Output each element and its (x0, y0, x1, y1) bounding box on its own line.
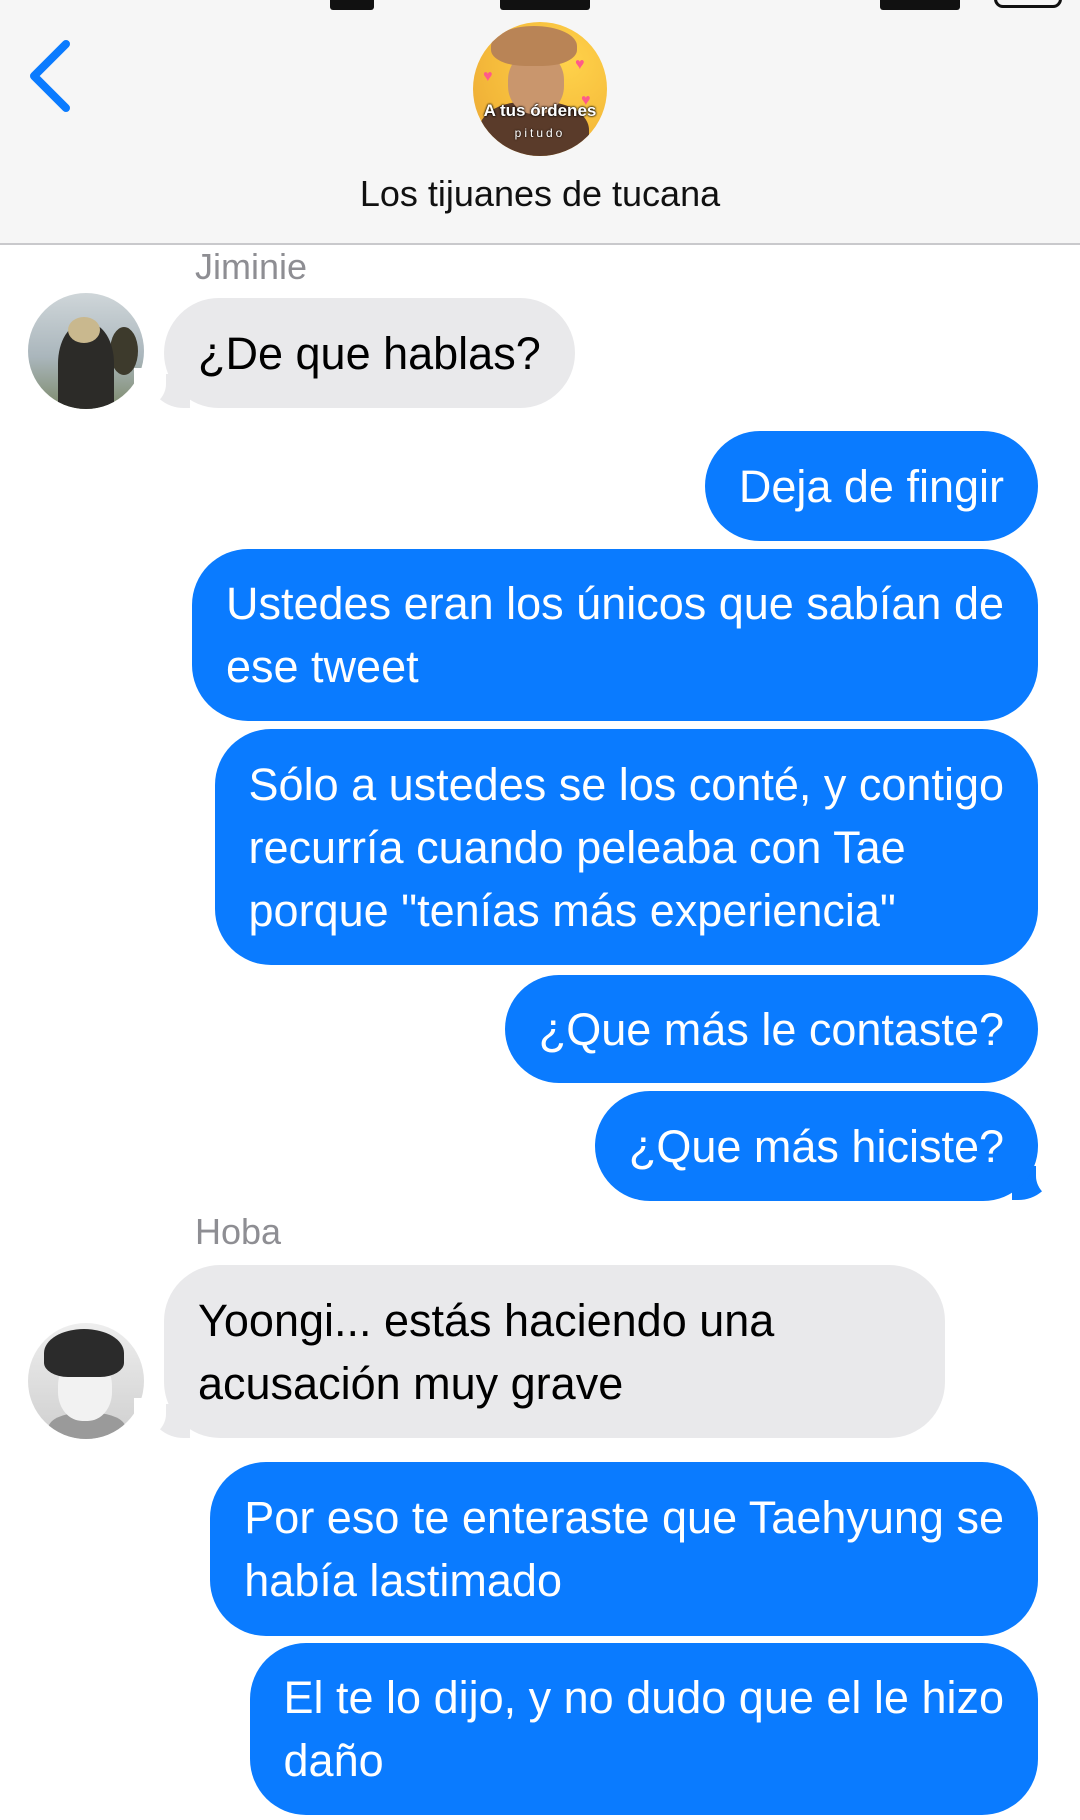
message-line: ese tweet (225, 641, 419, 692)
message-line: porque "tenías más experiencia" (248, 884, 896, 936)
message-bubble-outgoing[interactable]: Sólo a ustedes se los conté, y contigo r… (214, 729, 1038, 965)
back-button[interactable] (22, 36, 82, 116)
message-line: Por eso te enteraste que Taehyung se (244, 1492, 1004, 1543)
message-line: daño (283, 1735, 384, 1786)
message-bubble-incoming[interactable]: Yoongi... estás haciendo una acusación m… (164, 1265, 945, 1438)
sender-name: Jiminie (195, 246, 308, 287)
chevron-left-icon (30, 40, 70, 112)
avatar-hair (44, 1329, 124, 1377)
message-text: ¿Que más hiciste? (628, 1120, 1004, 1172)
avatar-hat (491, 26, 577, 66)
group-avatar[interactable]: ♥ ♥ ♥ A tus órdenes pitudo (473, 22, 607, 156)
conversation-header: ♥ ♥ ♥ A tus órdenes pitudo Los tijuanes … (0, 0, 1080, 245)
avatar-caption: A tus órdenes (483, 101, 597, 120)
avatar-subcaption: pitudo (514, 126, 566, 140)
message-line: había lastimado (244, 1555, 562, 1606)
avatar-hair (68, 317, 100, 343)
status-fragment (500, 0, 590, 10)
message-line: El te lo dijo, y no dudo que el le hizo (283, 1672, 1004, 1723)
message-bubble-outgoing[interactable]: ¿Que más le contaste? (504, 975, 1038, 1083)
message-line: recurría cuando peleaba con Tae (248, 821, 906, 873)
message-line: Yoongi... estás haciendo una (198, 1294, 775, 1346)
sender-name: Hoba (195, 1211, 282, 1252)
status-fragment (330, 0, 374, 10)
message-bubble-outgoing[interactable]: Deja de fingir (704, 431, 1038, 541)
message-bubble-outgoing[interactable]: Por eso te enteraste que Taehyung se hab… (210, 1462, 1038, 1636)
message-bubble-incoming[interactable]: ¿De que hablas? (164, 298, 575, 408)
heart-icon: ♥ (483, 68, 493, 85)
message-line: Sólo a ustedes se los conté, y contigo (248, 758, 1004, 810)
status-bar (0, 0, 1080, 14)
message-bubble-outgoing[interactable]: ¿Que más hiciste? (594, 1091, 1038, 1201)
group-name[interactable]: Los tijuanes de tucana (0, 173, 1080, 215)
message-line: Ustedes eran los únicos que sabían de (225, 578, 1004, 629)
message-text: ¿De que hablas? (198, 327, 541, 379)
status-fragment (880, 0, 960, 10)
message-line: acusación muy grave (198, 1357, 624, 1409)
message-text: Deja de fingir (738, 460, 1004, 512)
heart-icon: ♥ (575, 56, 585, 73)
avatar[interactable] (28, 293, 144, 409)
battery-icon (994, 0, 1062, 8)
avatar[interactable] (28, 1323, 144, 1439)
message-text: ¿Que más le contaste? (538, 1003, 1004, 1055)
message-bubble-outgoing[interactable]: El te lo dijo, y no dudo que el le hizo … (249, 1643, 1038, 1815)
message-bubble-outgoing[interactable]: Ustedes eran los únicos que sabían de es… (191, 549, 1038, 721)
